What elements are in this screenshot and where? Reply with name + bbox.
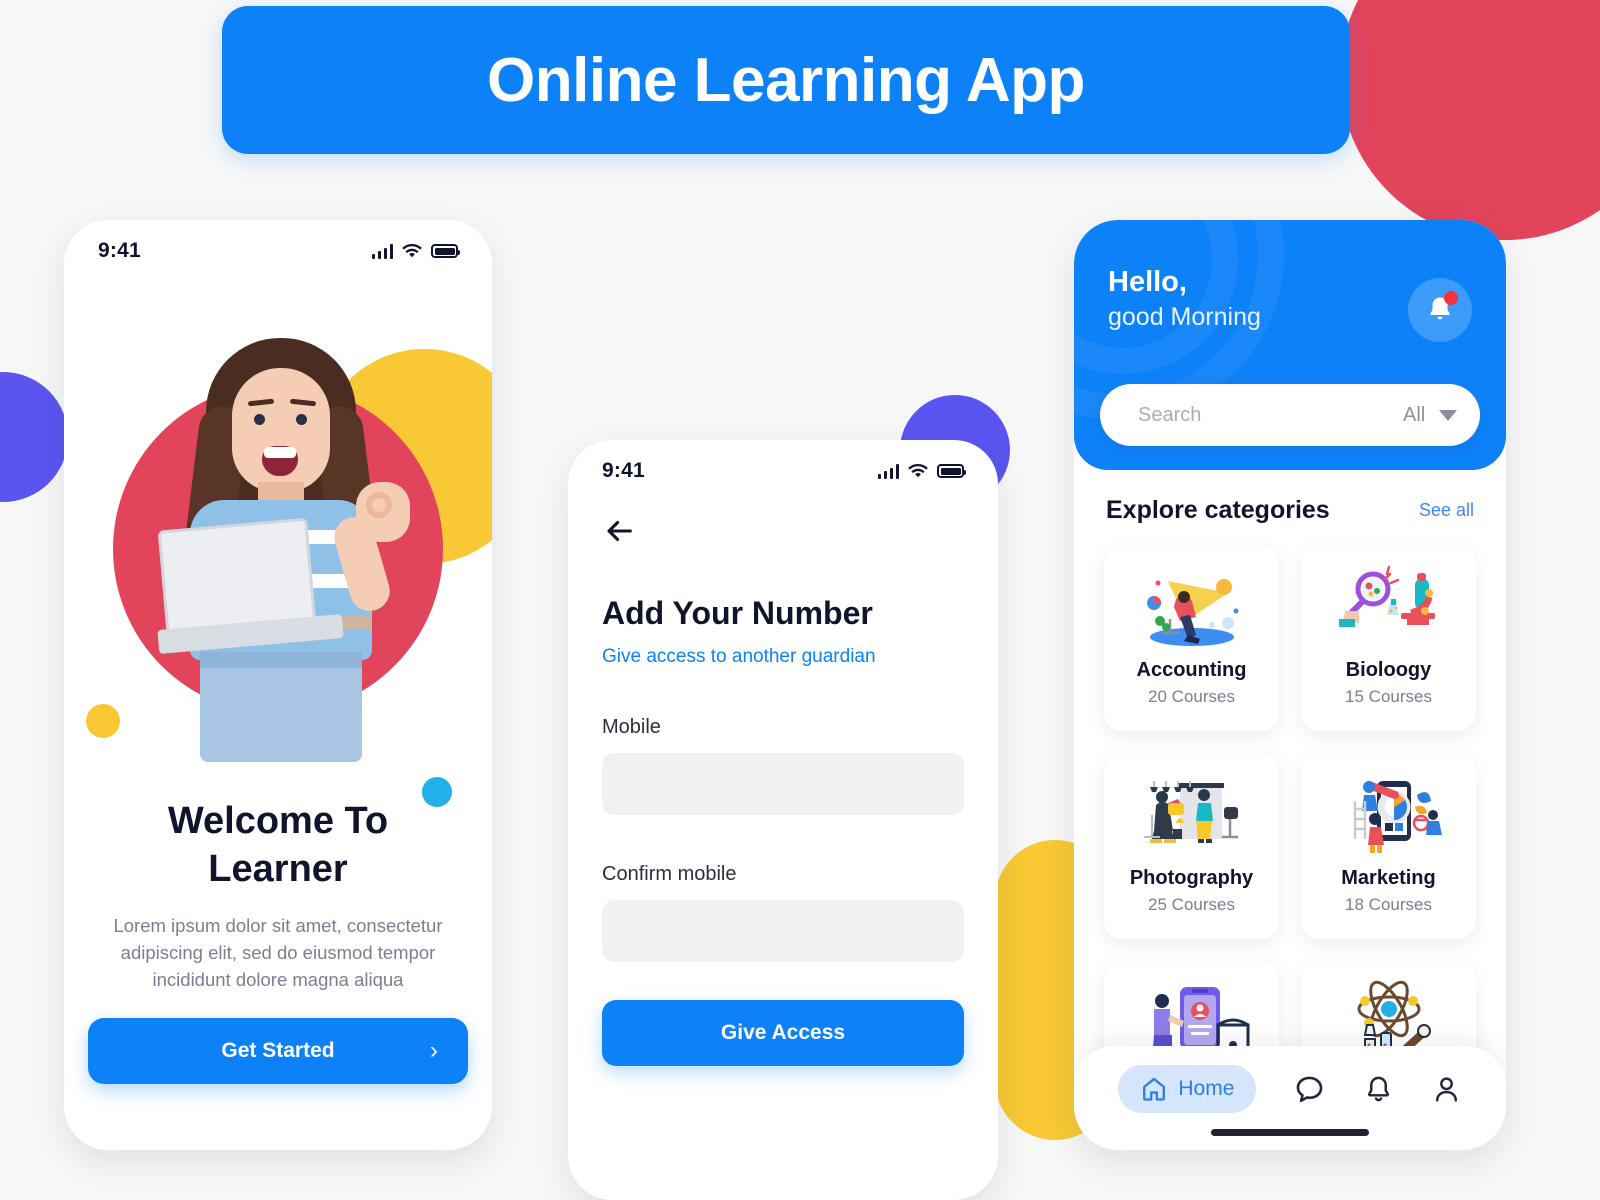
explore-categories-title: Explore categories bbox=[1106, 496, 1330, 524]
decor-yellow-dot bbox=[86, 704, 120, 738]
chevron-right-icon: › bbox=[430, 1037, 438, 1064]
tab-home-label: Home bbox=[1178, 1077, 1235, 1100]
back-button[interactable] bbox=[602, 514, 636, 548]
wifi-icon bbox=[908, 463, 928, 477]
give-access-button[interactable]: Give Access bbox=[602, 1000, 964, 1066]
confirm-mobile-field-label: Confirm mobile bbox=[602, 863, 737, 885]
page-title: Online Learning App bbox=[487, 45, 1085, 115]
wifi-icon bbox=[402, 243, 422, 257]
explore-section-header: Explore categories See all bbox=[1074, 470, 1506, 525]
phone-welcome-screen: 9:41 Welcome To Learner Lorem ipsum dolo… bbox=[64, 220, 492, 1150]
status-time: 9:41 bbox=[98, 239, 141, 262]
decor-purple-circle-left bbox=[0, 372, 68, 502]
category-name: Marketing bbox=[1341, 867, 1436, 889]
chevron-down-icon[interactable] bbox=[1439, 409, 1458, 421]
confirm-mobile-input[interactable] bbox=[602, 900, 964, 962]
phone-add-number-screen: 9:41 Add Your Number Give access to anot… bbox=[568, 440, 998, 1200]
mobile-field-label: Mobile bbox=[602, 716, 661, 738]
welcome-heading-line2: Learner bbox=[208, 847, 348, 890]
accounting-illustration bbox=[1132, 563, 1252, 649]
category-name: Photography bbox=[1129, 867, 1254, 889]
status-bar: 9:41 bbox=[568, 440, 998, 484]
marketing-illustration bbox=[1329, 771, 1449, 857]
get-started-label: Get Started bbox=[221, 1039, 335, 1062]
category-card[interactable]: Photography 25 Courses bbox=[1104, 753, 1279, 939]
welcome-heading-line1: Welcome To bbox=[167, 800, 389, 842]
photography-illustration bbox=[1132, 771, 1252, 857]
guardian-access-link[interactable]: Give access to another guardian bbox=[602, 646, 964, 668]
signal-bars-icon bbox=[877, 463, 899, 479]
category-count: 25 Courses bbox=[1148, 895, 1235, 914]
search-input[interactable] bbox=[1138, 403, 1403, 427]
page-title-banner: Online Learning App bbox=[222, 6, 1350, 154]
category-count: 20 Courses bbox=[1148, 687, 1235, 706]
status-time: 9:41 bbox=[602, 459, 645, 482]
screenshot-canvas: Online Learning App 9:41 Welcome To Lear… bbox=[0, 0, 1600, 1200]
search-filter-label[interactable]: All bbox=[1403, 404, 1425, 427]
welcome-hero bbox=[64, 264, 492, 807]
student-photo-illustration bbox=[128, 286, 428, 762]
bell-icon[interactable] bbox=[1363, 1074, 1394, 1105]
home-icon bbox=[1143, 1077, 1166, 1101]
mobile-input[interactable] bbox=[602, 753, 964, 815]
category-card[interactable]: Bioloogy 15 Courses bbox=[1301, 545, 1476, 731]
category-card[interactable]: Accounting 20 Courses bbox=[1104, 545, 1279, 731]
category-name: Accounting bbox=[1136, 659, 1247, 681]
add-number-title: Add Your Number bbox=[602, 595, 873, 631]
get-started-button[interactable]: Get Started › bbox=[88, 1018, 468, 1084]
notification-button[interactable] bbox=[1408, 278, 1472, 342]
category-count: 15 Courses bbox=[1345, 687, 1432, 706]
status-bar: 9:41 bbox=[64, 220, 492, 264]
see-all-link[interactable]: See all bbox=[1419, 500, 1474, 521]
battery-icon bbox=[431, 244, 460, 258]
home-header: Hello, good Morning All bbox=[1074, 220, 1506, 470]
battery-icon bbox=[937, 464, 966, 478]
phone-home-screen: Hello, good Morning All Explore categori… bbox=[1074, 220, 1506, 1150]
home-indicator bbox=[1211, 1129, 1369, 1136]
category-card[interactable]: Marketing 18 Courses bbox=[1301, 753, 1476, 939]
search-bar[interactable]: All bbox=[1100, 384, 1480, 446]
notification-badge bbox=[1444, 291, 1458, 305]
welcome-heading: Welcome To Learner bbox=[64, 798, 492, 893]
biology-illustration bbox=[1329, 563, 1449, 649]
decor-red-circle bbox=[1340, 0, 1600, 240]
signal-bars-icon bbox=[371, 243, 393, 259]
category-count: 18 Courses bbox=[1345, 895, 1432, 914]
tab-home[interactable]: Home bbox=[1118, 1065, 1257, 1113]
chat-bubble-icon[interactable] bbox=[1293, 1073, 1326, 1106]
decor-cyan-dot bbox=[422, 777, 452, 807]
person-icon[interactable] bbox=[1431, 1074, 1462, 1105]
category-name: Bioloogy bbox=[1345, 659, 1432, 681]
welcome-body-text: Lorem ipsum dolor sit amet, consectetur … bbox=[113, 915, 443, 990]
